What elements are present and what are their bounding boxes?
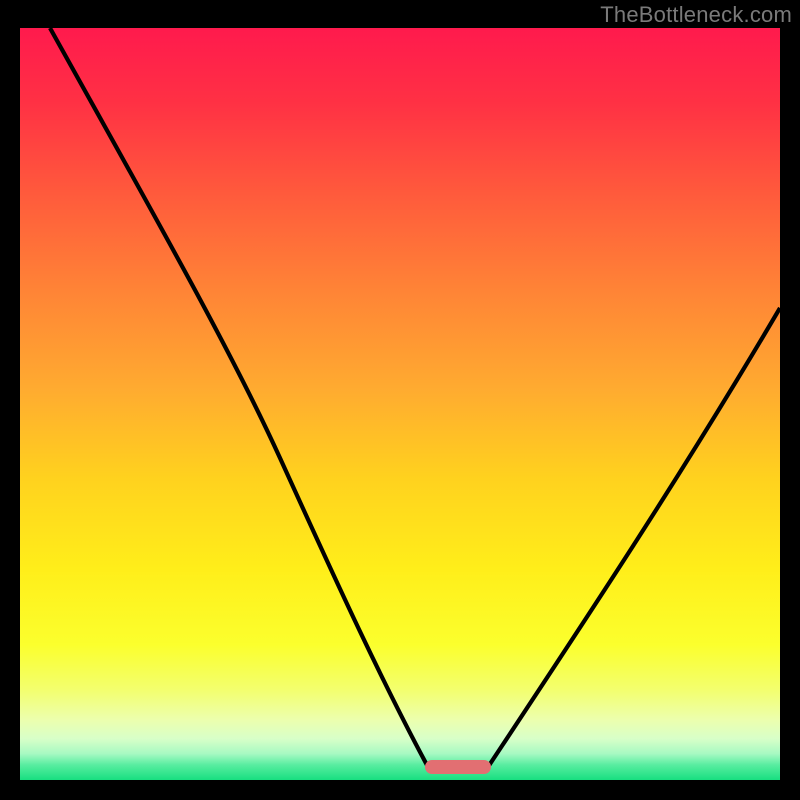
watermark-text: TheBottleneck.com [600, 2, 792, 28]
plot-area [20, 28, 780, 780]
right-curve [488, 308, 780, 767]
left-curve [50, 28, 428, 767]
bottleneck-curves [20, 28, 780, 780]
chart-container: TheBottleneck.com [0, 0, 800, 800]
optimal-range-marker [425, 760, 491, 774]
